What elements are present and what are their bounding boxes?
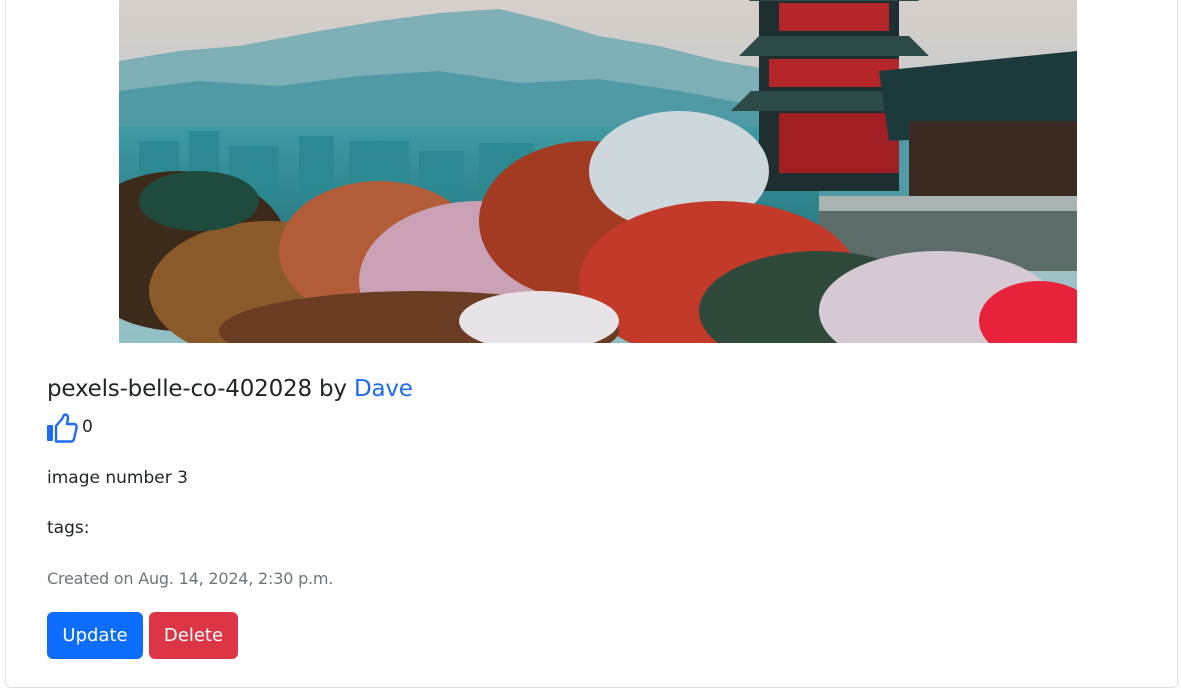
delete-button[interactable]: Delete [149, 612, 238, 659]
post-image [119, 0, 1077, 343]
post-card: pexels-belle-co-402028 by Dave 0 image n… [5, 0, 1178, 688]
author-link[interactable]: Dave [354, 376, 413, 402]
by-label: by [319, 376, 347, 402]
like-row: 0 [46, 413, 93, 443]
update-button[interactable]: Update [47, 612, 143, 659]
thumbs-up-icon[interactable] [46, 413, 78, 443]
post-description: image number 3 [47, 468, 188, 488]
post-title: pexels-belle-co-402028 by Dave [47, 374, 413, 404]
created-timestamp: Created on Aug. 14, 2024, 2:30 p.m. [47, 569, 334, 588]
like-count: 0 [82, 417, 93, 437]
tags-label: tags: [47, 518, 90, 538]
image-name: pexels-belle-co-402028 [47, 376, 312, 402]
